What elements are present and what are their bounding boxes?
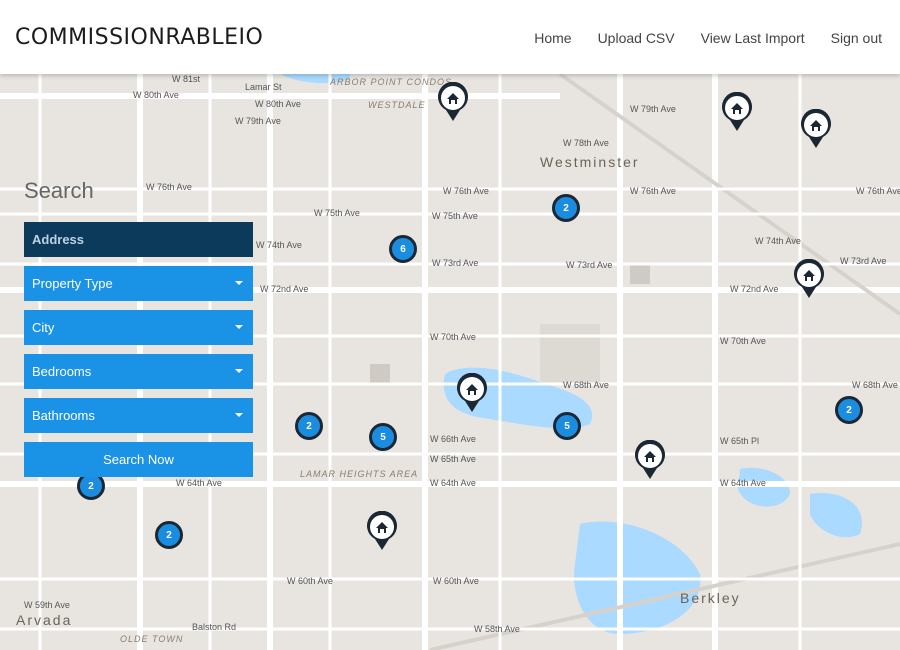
chevron-down-icon xyxy=(235,325,243,329)
property-pin-icon[interactable] xyxy=(800,109,832,149)
street-label: W 74th Ave xyxy=(755,236,801,246)
bedrooms-dropdown[interactable]: Bedrooms xyxy=(24,354,253,389)
street-label: W 79th Ave xyxy=(630,104,676,114)
property-pin-icon[interactable] xyxy=(437,82,469,122)
property-pin-icon[interactable] xyxy=(456,373,488,413)
place-label-olde-town: OLDE TOWN xyxy=(120,634,184,644)
top-navbar: COMMISSIONRABLEIO Home Upload CSV View L… xyxy=(0,0,900,74)
place-label-arbor-point: ARBOR POINT CONDOS xyxy=(330,77,453,87)
street-label: W 60th Ave xyxy=(433,576,479,586)
street-label: W 75th Ave xyxy=(432,211,478,221)
street-label: W 76th Ave xyxy=(443,186,489,196)
city-dropdown[interactable]: City xyxy=(24,310,253,345)
city-label: City xyxy=(32,320,55,335)
city-label-arvada: Arvada xyxy=(16,612,73,628)
street-label: W 78th Ave xyxy=(563,138,609,148)
nav-upload-csv[interactable]: Upload CSV xyxy=(598,30,675,46)
search-now-button[interactable]: Search Now xyxy=(24,442,253,477)
property-pin-icon[interactable] xyxy=(721,92,753,132)
chevron-down-icon xyxy=(235,413,243,417)
street-label: W 74th Ave xyxy=(256,240,302,250)
property-pin-icon[interactable] xyxy=(634,440,666,480)
search-panel: Search Address Property Type City Bedroo… xyxy=(24,178,253,477)
street-label: W 65th Ave xyxy=(430,454,476,464)
street-label: W 81st xyxy=(172,74,201,84)
street-label: W 58th Ave xyxy=(474,624,520,634)
place-label-lamar-heights: LAMAR HEIGHTS AREA xyxy=(300,469,419,479)
search-title: Search xyxy=(24,178,94,203)
nav-sign-out[interactable]: Sign out xyxy=(831,30,882,46)
place-label-westdale: WESTDALE xyxy=(368,100,426,110)
city-label-westminster: Westminster xyxy=(540,154,640,170)
chevron-down-icon xyxy=(235,281,243,285)
property-type-dropdown[interactable]: Property Type xyxy=(24,266,253,301)
property-pin-icon[interactable] xyxy=(366,511,398,551)
street-label: W 66th Ave xyxy=(430,434,476,444)
street-label: W 76th Ave xyxy=(856,186,900,196)
city-label-berkley: Berkley xyxy=(680,590,741,606)
street-label: W 70th Ave xyxy=(720,336,766,346)
street-label: W 76th Ave xyxy=(630,186,676,196)
nav-links: Home Upload CSV View Last Import Sign ou… xyxy=(534,30,882,46)
street-label: W 68th Ave xyxy=(852,380,898,390)
street-label: W 80th Ave xyxy=(133,90,179,100)
brand-logo[interactable]: COMMISSIONRABLEIO xyxy=(15,25,263,50)
street-label: W 75th Ave xyxy=(314,208,360,218)
street-label: W 70th Ave xyxy=(430,332,476,342)
nav-view-last-import[interactable]: View Last Import xyxy=(701,30,805,46)
street-label: W 64th Ave xyxy=(720,478,766,488)
street-label: Lamar St xyxy=(245,82,282,92)
bathrooms-dropdown[interactable]: Bathrooms xyxy=(24,398,253,433)
street-label: W 73rd Ave xyxy=(840,256,887,266)
chevron-down-icon xyxy=(235,369,243,373)
street-label: W 59th Ave xyxy=(24,600,70,610)
street-label: W 79th Ave xyxy=(235,116,281,126)
street-label: W 80th Ave xyxy=(255,99,301,109)
street-label: W 72nd Ave xyxy=(730,284,779,294)
street-label: W 72nd Ave xyxy=(260,284,309,294)
map-cluster-marker[interactable]: 2 xyxy=(552,194,580,222)
bedrooms-label: Bedrooms xyxy=(32,364,92,379)
street-label: W 73rd Ave xyxy=(566,260,613,270)
map-cluster-marker[interactable]: 2 xyxy=(295,412,323,440)
property-type-label: Property Type xyxy=(32,276,113,291)
map-cluster-marker[interactable]: 2 xyxy=(835,396,863,424)
street-label: W 73rd Ave xyxy=(432,258,479,268)
map-cluster-marker[interactable]: 6 xyxy=(389,235,417,263)
street-label: W 65th Pl xyxy=(720,436,760,446)
map-cluster-marker[interactable]: 5 xyxy=(553,412,581,440)
bathrooms-label: Bathrooms xyxy=(32,408,95,423)
street-label: W 64th Ave xyxy=(176,478,222,488)
street-label: W 60th Ave xyxy=(287,576,333,586)
nav-home[interactable]: Home xyxy=(534,30,571,46)
map-cluster-marker[interactable]: 2 xyxy=(155,521,183,549)
map-cluster-marker[interactable]: 5 xyxy=(369,423,397,451)
property-pin-icon[interactable] xyxy=(793,259,825,299)
address-input[interactable]: Address xyxy=(24,222,253,257)
street-label: W 64th Ave xyxy=(430,478,476,488)
street-label: W 68th Ave xyxy=(563,380,609,390)
street-label: Balston Rd xyxy=(192,622,237,632)
